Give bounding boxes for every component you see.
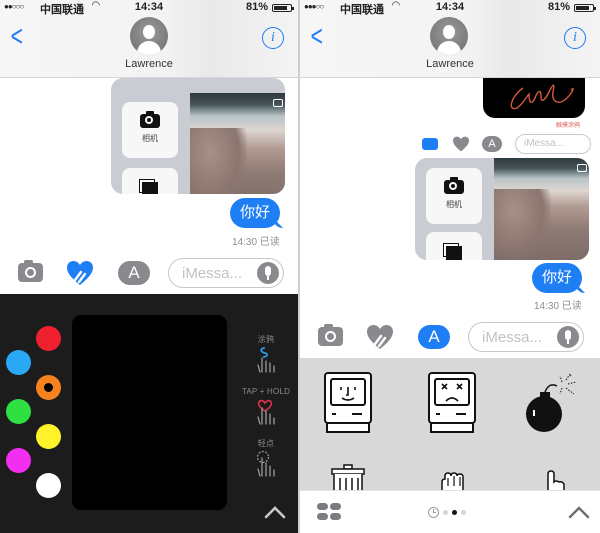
status-bar: ●●●○○ 中国联通 ◠ 14:34 81% — [300, 0, 600, 16]
color-swatch-red[interactable] — [36, 326, 61, 351]
sticker-panel — [300, 358, 600, 494]
digital-touch-heart-icon[interactable] — [366, 324, 394, 350]
camera-icon — [140, 111, 160, 128]
mini-drawer-bar: A iMessa... — [416, 132, 592, 156]
contact-name[interactable]: Lawrence — [300, 58, 600, 70]
battery-icon — [272, 4, 294, 12]
back-button[interactable]: < — [11, 22, 23, 52]
photo-library-tile[interactable] — [122, 168, 178, 194]
page-dot[interactable] — [461, 509, 466, 515]
imessage-placeholder: iMessa... — [182, 265, 243, 282]
info-button[interactable]: i — [564, 27, 586, 49]
bomb-sticker[interactable] — [522, 372, 584, 434]
color-swatch-orange[interactable] — [36, 375, 61, 400]
sent-message-bubble[interactable]: 你好 — [230, 198, 281, 228]
navigation-bar: ●●●○○ 中国联通 ◠ 14:34 81% < Lawrence i — [300, 0, 600, 78]
camera-tile[interactable]: 相机 — [122, 102, 178, 158]
read-receipt: 14:30 已读 — [232, 237, 280, 248]
camera-tile-label: 相机 — [142, 134, 158, 143]
photo-library-tile[interactable] — [426, 232, 482, 260]
camera-icon[interactable] — [18, 260, 43, 282]
chevron-up-icon[interactable] — [264, 505, 286, 519]
color-swatch-blue[interactable] — [6, 350, 31, 375]
battery-icon — [574, 4, 596, 12]
photos-stack-icon — [142, 182, 158, 194]
color-swatch-yellow[interactable] — [36, 424, 61, 449]
app-store-icon[interactable]: A — [418, 325, 450, 349]
photo-picker-card: 相机 — [111, 78, 285, 194]
app-store-icon[interactable]: A — [118, 261, 150, 285]
page-dot[interactable] — [443, 509, 448, 515]
camera-icon[interactable] — [422, 138, 438, 150]
hint-label-tap-hold: TAP + HOLD — [241, 387, 291, 396]
right-screen-stickers: ●●●○○ 中国联通 ◠ 14:34 81% < Lawrence i 触摸涂鸦… — [300, 0, 600, 533]
doodle-caption: 触摸涂鸦 — [556, 123, 581, 129]
battery-percent: 81% — [245, 1, 268, 13]
info-button[interactable]: i — [262, 27, 284, 49]
grab-hand-sticker[interactable] — [438, 472, 470, 492]
app-drawer-icon[interactable] — [317, 503, 341, 521]
imessage-input[interactable]: iMessa... — [468, 322, 584, 352]
pointer-hand-sticker[interactable] — [540, 470, 570, 492]
drawing-canvas[interactable] — [72, 315, 227, 510]
tap-gesture-icon — [256, 450, 275, 477]
doodle-message[interactable] — [483, 78, 585, 118]
camera-tile-label: 相机 — [446, 200, 462, 209]
status-bar: ●●○○○ 中国联通 ◠ 14:34 81% — [0, 0, 298, 16]
imessage-input[interactable]: iMessa... — [168, 258, 284, 288]
camera-preview[interactable] — [190, 93, 285, 194]
page-dot[interactable] — [452, 509, 457, 515]
left-screen-digital-touch: ●●○○○ 中国联通 ◠ 14:34 81% < Lawrence i 相机 你… — [0, 0, 300, 533]
camera-icon[interactable] — [318, 324, 343, 346]
back-button[interactable]: < — [311, 22, 323, 52]
handwriting-doodle — [510, 84, 574, 110]
camera-preview[interactable] — [494, 158, 589, 260]
color-swatch-white[interactable] — [36, 473, 61, 498]
microphone-icon[interactable] — [257, 262, 279, 284]
page-indicator — [428, 506, 466, 518]
camera-icon — [444, 177, 464, 194]
contact-avatar[interactable] — [130, 17, 168, 55]
sketch-gesture-icon — [257, 347, 275, 373]
digital-touch-panel: 涂鸦 TAP + HOLD 轻点 — [0, 294, 298, 533]
imessage-placeholder: iMessa... — [482, 329, 543, 346]
color-swatch-green[interactable] — [6, 399, 31, 424]
happy-mac-sticker[interactable] — [324, 372, 372, 434]
photo-picker-card: 相机 — [415, 158, 589, 260]
app-drawer-bar: A iMessa... — [300, 315, 600, 359]
navigation-bar: ●●○○○ 中国联通 ◠ 14:34 81% < Lawrence i — [0, 0, 298, 78]
sticker-bottom-bar — [300, 490, 600, 533]
microphone-icon[interactable] — [557, 326, 579, 348]
digital-touch-heart-icon[interactable] — [452, 136, 470, 152]
read-receipt: 14:30 已读 — [534, 301, 582, 312]
imessage-input-mini[interactable]: iMessa... — [515, 134, 591, 154]
screens: ●●○○○ 中国联通 ◠ 14:34 81% < Lawrence i 相机 你… — [0, 0, 600, 533]
color-swatch-magenta[interactable] — [6, 448, 31, 473]
sad-mac-sticker[interactable] — [428, 372, 476, 434]
recents-clock-icon[interactable] — [428, 506, 439, 518]
hint-label-sketch: 涂鸦 — [257, 335, 275, 344]
flip-camera-icon[interactable] — [273, 99, 283, 107]
photos-stack-icon — [446, 246, 462, 260]
contact-name[interactable]: Lawrence — [0, 58, 298, 70]
app-drawer-bar: A iMessa... — [0, 251, 298, 295]
camera-tile[interactable]: 相机 — [426, 168, 482, 224]
digital-touch-heart-icon[interactable] — [66, 260, 94, 286]
sent-message-bubble[interactable]: 你好 — [532, 263, 583, 293]
battery-percent: 81% — [547, 1, 570, 13]
flip-camera-icon[interactable] — [577, 164, 587, 172]
hint-label-tap: 轻点 — [257, 439, 275, 448]
chevron-up-icon[interactable] — [568, 505, 590, 519]
app-store-icon[interactable]: A — [482, 136, 502, 152]
heartbeat-gesture-icon — [257, 399, 275, 425]
contact-avatar[interactable] — [430, 17, 468, 55]
